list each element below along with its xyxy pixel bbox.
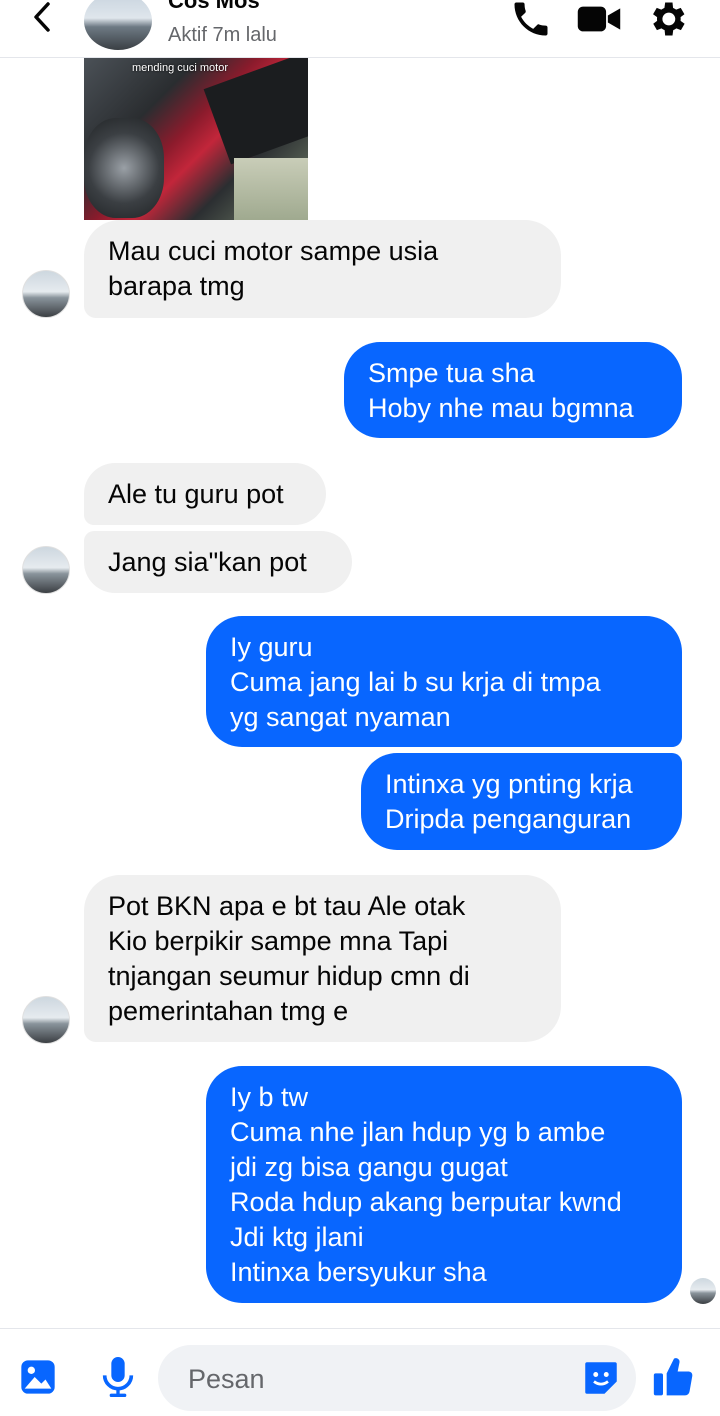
message-bubble-outgoing[interactable]: Smpe tua sha Hoby nhe mau bgmna — [344, 342, 682, 438]
message-bubble-incoming[interactable]: Pot BKN apa e bt tau Ale otak Kio berpik… — [84, 875, 561, 1042]
message-bubble-incoming[interactable]: Jang sia"kan pot — [84, 531, 352, 593]
message-list[interactable]: mending cuci motor Mau cuci motor sampe … — [0, 58, 720, 1328]
contact-status: Aktif 7m lalu — [168, 24, 277, 46]
gear-icon[interactable] — [644, 0, 690, 42]
message-composer: Pesan — [0, 1328, 720, 1416]
message-input[interactable]: Pesan — [158, 1345, 636, 1411]
back-chevron-icon[interactable] — [24, 0, 60, 36]
sender-avatar[interactable] — [22, 270, 70, 318]
thumbs-up-icon[interactable] — [652, 1355, 696, 1399]
seen-receipt-avatar — [690, 1278, 716, 1304]
contact-avatar[interactable] — [84, 0, 152, 50]
message-bubble-outgoing[interactable]: Intinxa yg pnting krja Dripda pengangura… — [361, 753, 682, 850]
sender-avatar[interactable] — [22, 546, 70, 594]
sender-avatar[interactable] — [22, 996, 70, 1044]
microphone-icon[interactable] — [96, 1355, 140, 1399]
message-bubble-outgoing[interactable]: Iy guru Cuma jang lai b su krja di tmpa … — [206, 616, 682, 747]
image-icon[interactable] — [16, 1355, 60, 1399]
message-bubble-incoming[interactable]: Ale tu guru pot — [84, 463, 326, 525]
contact-name[interactable]: Cos Mos — [168, 0, 260, 14]
chat-header: Cos Mos Aktif 7m lalu — [0, 0, 720, 58]
message-input-placeholder: Pesan — [188, 1364, 265, 1394]
image-background-grass — [234, 158, 308, 220]
message-bubble-outgoing[interactable]: Iy b tw Cuma nhe jlan hdup yg b ambe jdi… — [206, 1066, 682, 1303]
message-bubble-incoming[interactable]: Mau cuci motor sampe usia barapa tmg — [84, 220, 561, 318]
image-caption: mending cuci motor — [132, 62, 228, 74]
shared-image[interactable]: mending cuci motor — [84, 58, 308, 220]
phone-icon[interactable] — [508, 0, 554, 42]
video-camera-icon[interactable] — [576, 0, 622, 42]
sticker-icon[interactable] — [578, 1355, 624, 1401]
image-motorcycle-wheel — [84, 118, 164, 218]
